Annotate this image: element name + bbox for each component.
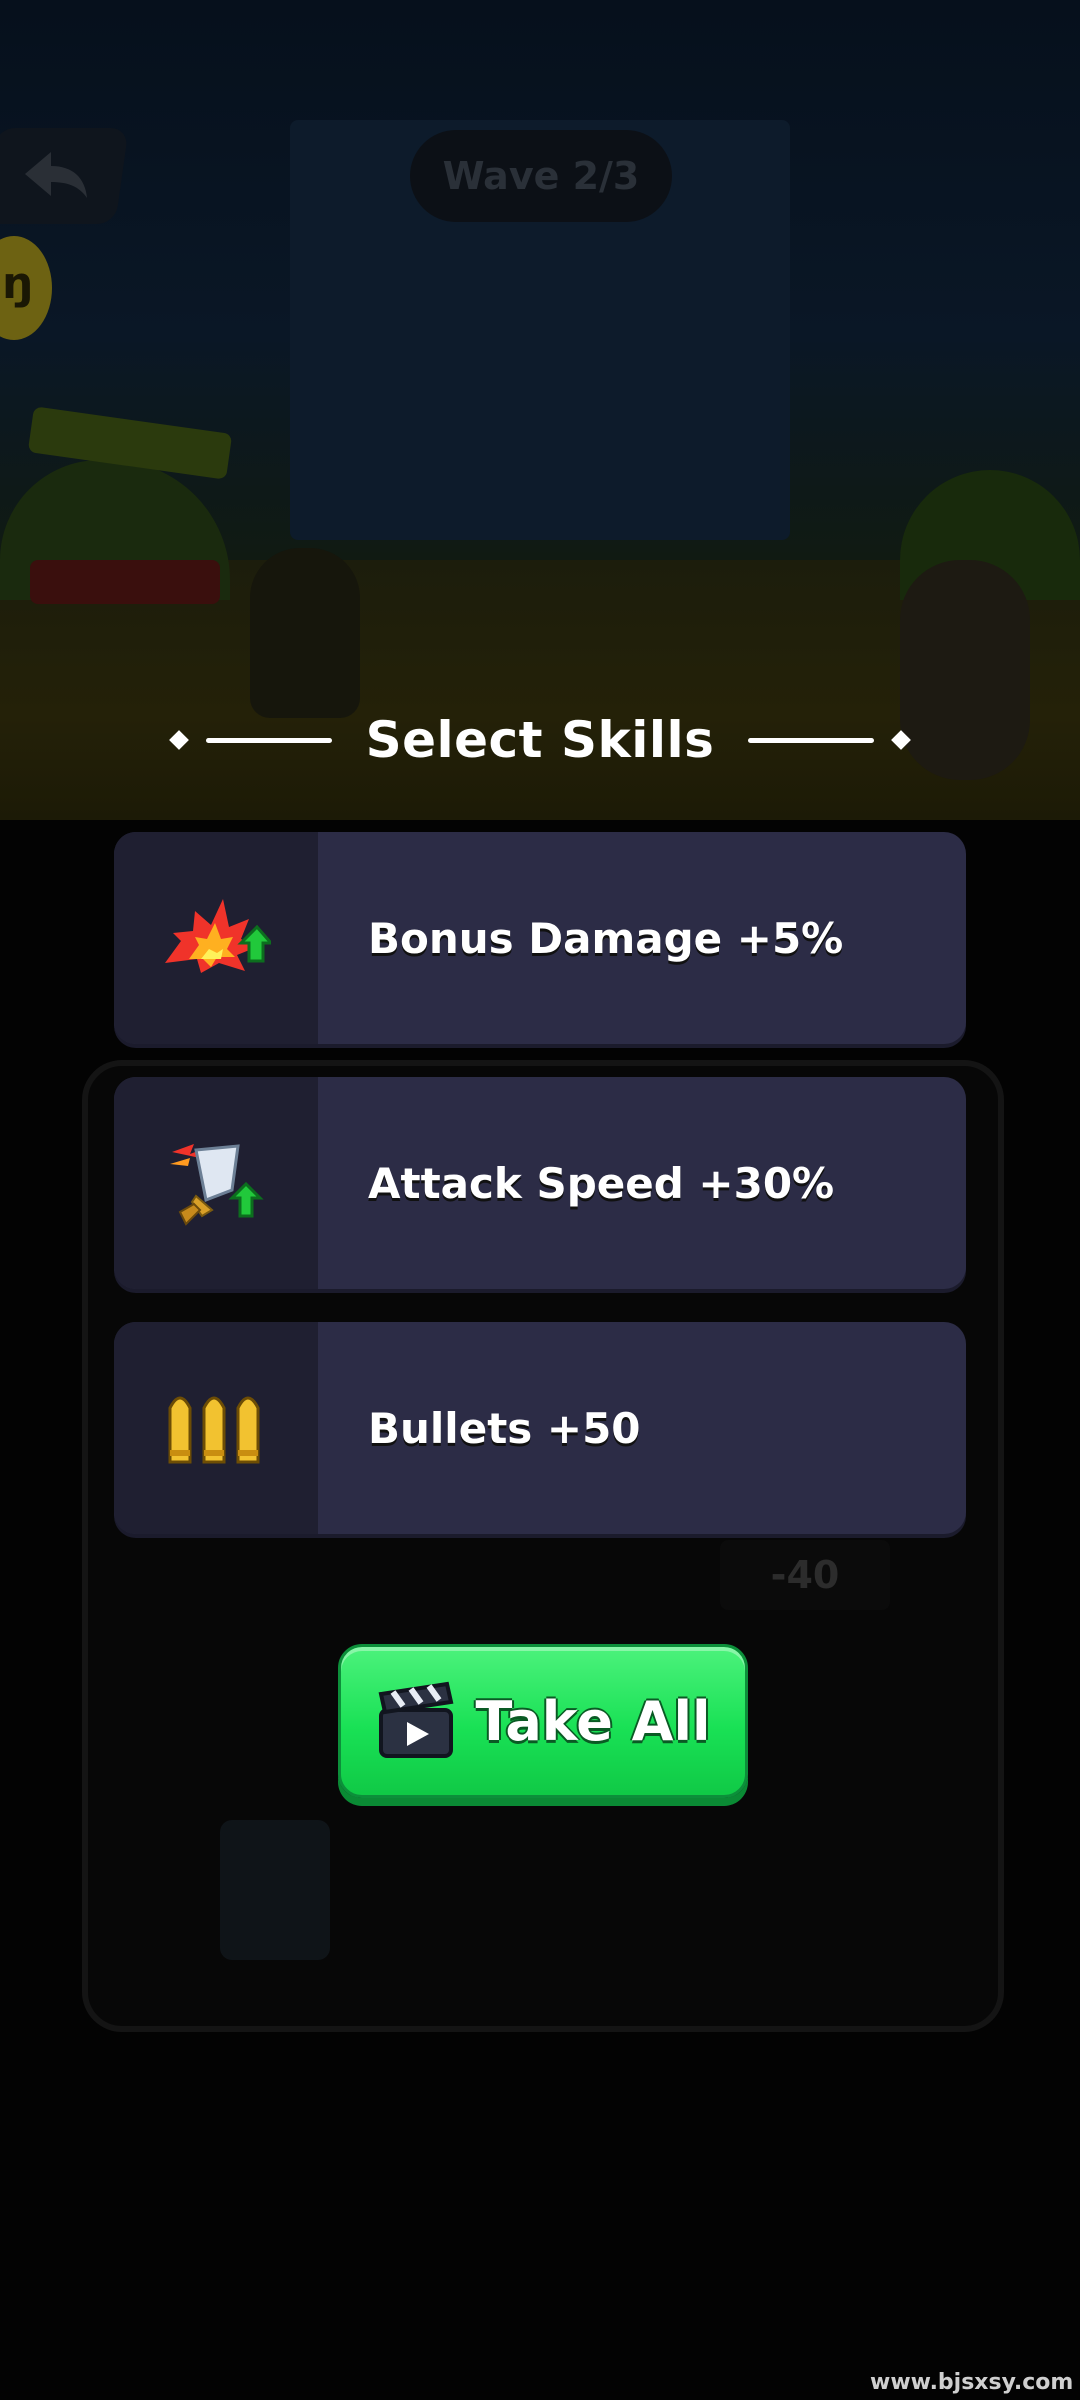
title-diamond-ornament bbox=[891, 730, 912, 750]
sword-speed-up-icon bbox=[170, 1144, 264, 1226]
background-weapon bbox=[30, 560, 220, 604]
select-skills-header: Select Skills bbox=[0, 700, 1080, 780]
skill-card-bullets[interactable]: Bullets +50 bbox=[114, 1322, 966, 1534]
video-clapperboard-icon bbox=[379, 1681, 454, 1758]
skill-label: Bullets +50 bbox=[368, 1403, 641, 1453]
back-button[interactable] bbox=[0, 128, 129, 224]
background-turret bbox=[220, 1820, 330, 1960]
coin-glyph: ŋ bbox=[2, 258, 34, 309]
skill-icon-box bbox=[114, 832, 318, 1044]
skill-card-attack-speed[interactable]: Attack Speed +30% bbox=[114, 1077, 966, 1289]
wave-counter: Wave 2/3 bbox=[410, 130, 672, 222]
watermark-text: www.bjsxsy.com bbox=[870, 2370, 1074, 2395]
skill-label: Attack Speed +30% bbox=[368, 1158, 835, 1208]
title-divider-line bbox=[748, 737, 875, 743]
skill-card-bonus-damage[interactable]: Bonus Damage +5% bbox=[114, 832, 966, 1044]
take-all-button[interactable]: Take All bbox=[338, 1644, 748, 1798]
skill-label: Bonus Damage +5% bbox=[368, 913, 844, 963]
explosion-up-icon bbox=[165, 899, 271, 973]
title-diamond-ornament bbox=[168, 730, 189, 750]
background-hero-character bbox=[250, 548, 360, 718]
select-skills-title: Select Skills bbox=[365, 711, 715, 769]
back-arrow-icon bbox=[25, 152, 87, 198]
bullets-icon bbox=[168, 1396, 260, 1464]
skill-icon-box bbox=[114, 1322, 318, 1534]
background-value-label: -40 bbox=[720, 1540, 890, 1610]
take-all-label: Take All bbox=[475, 1689, 711, 1753]
skill-icon-box bbox=[114, 1077, 318, 1289]
title-divider-line bbox=[205, 737, 332, 743]
